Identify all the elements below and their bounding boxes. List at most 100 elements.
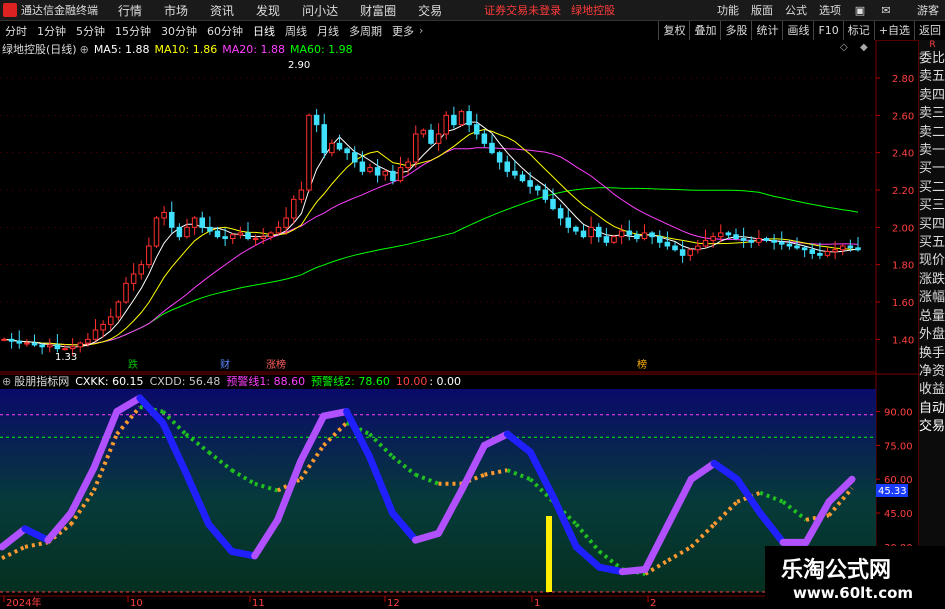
quote-panel-item[interactable]: 卖三 [919,105,945,123]
chart-settings-icon[interactable]: ◇ [840,42,848,53]
period-60min[interactable]: 60分钟 [207,23,243,39]
quote-panel-item[interactable]: 涨幅 [919,289,945,307]
trade-login-warning[interactable]: 证券交易未登录 [484,2,561,18]
quote-panel-item[interactable]: 买二 [919,179,945,197]
menu-ask[interactable]: 问小达 [302,2,338,19]
price-tick-label: 1.40 [892,335,914,346]
event-marker-rise-rank[interactable]: 涨榜 [266,358,286,371]
stock-name-link[interactable]: 绿地控股 [571,2,615,18]
candle-body [443,114,450,135]
watermark-url: www.60lt.com [793,584,914,602]
menu-bar: 通达信金融终端 行情 市场 资讯 发现 问小达 财富圈 交易 证券交易未登录 绿… [0,0,945,21]
event-marker-finance[interactable]: 财 [220,358,230,371]
x-axis: 2024年 10 11 12 1 2 [3,596,656,609]
candle-body [207,226,213,232]
user-label[interactable]: 游客 [917,2,939,18]
menu-news[interactable]: 资讯 [210,2,234,19]
quote-panel-item[interactable]: 买一 [919,160,945,178]
candle-body [740,238,747,241]
quote-panel-item[interactable]: 卖四 [919,87,945,105]
toolbar-add-watchlist[interactable]: +自选 [873,21,914,40]
period-5min[interactable]: 5分钟 [76,23,105,39]
stock-title[interactable]: 绿地控股(日线) [2,41,77,57]
candle-body [283,217,289,228]
toolbar-stats[interactable]: 统计 [751,21,782,40]
current-value-label: 45.33 [878,486,907,497]
quote-panel-item[interactable]: 卖一 [919,142,945,160]
candle-body [39,344,45,348]
candle-body [527,180,533,187]
menu-market[interactable]: 市场 [164,2,188,19]
menu-formula[interactable]: 公式 [785,2,807,18]
period-monthly[interactable]: 月线 [317,23,339,39]
quote-panel-item[interactable]: 外盘 [919,326,945,344]
toolbar-draw[interactable]: 画线 [782,21,813,40]
candle-body [405,161,411,169]
candle-body [260,236,267,240]
indicator-menu-icon[interactable]: ⊕ [2,375,11,388]
candle-body [778,241,785,245]
skin-icon[interactable]: ▣ [853,4,867,17]
menu-trade[interactable]: 交易 [418,2,442,19]
quote-panel-item[interactable]: 换手 [919,345,945,363]
price-tick-label: 2.60 [892,111,914,122]
indicator-value-cxkk: CXKK: 60.15 [75,374,144,388]
menu-options[interactable]: 选项 [819,2,841,18]
candle-body [130,273,137,284]
quote-panel-item[interactable]: 委比 [919,50,945,68]
candle-body [504,161,511,172]
quote-panel-item[interactable]: 卖二 [919,124,945,142]
period-weekly[interactable]: 周线 [285,23,307,39]
chart-expand-icon[interactable]: ◆ [860,42,868,53]
chart-menu-icon[interactable]: ⊕ [80,43,89,56]
quote-panel-item[interactable]: 总量 [919,308,945,326]
quote-panel-item[interactable]: 买五 [919,234,945,252]
cxkk-segment [228,547,259,560]
period-multi[interactable]: 多周期 [349,23,382,39]
x-tick-label: 1 [534,598,540,609]
menu-function[interactable]: 功能 [717,2,739,18]
period-15min[interactable]: 15分钟 [115,23,151,39]
candle-body [397,167,404,182]
quote-panel-item[interactable]: 交易 [919,418,945,436]
quote-panel-item[interactable]: 净资 [919,363,945,381]
candle-body [46,344,53,348]
toolbar-overlay[interactable]: 叠加 [689,21,720,40]
menu-layout[interactable]: 版面 [751,2,773,18]
menu-wealth[interactable]: 财富圈 [360,2,396,19]
quote-panel-item[interactable]: 卖五 [919,68,945,86]
quote-panel-item[interactable]: 收益 [919,381,945,399]
more-chevron-icon[interactable]: › [419,24,423,37]
candle-body [298,189,305,200]
period-1min[interactable]: 1分钟 [37,23,66,39]
event-marker-drop[interactable]: 跌 [128,358,138,371]
candle-body [351,152,358,163]
quote-panel-item[interactable]: 买四 [919,216,945,234]
period-more[interactable]: 更多 [392,23,414,39]
menu-discover[interactable]: 发现 [256,2,280,19]
quote-panel-item[interactable]: 现价 [919,252,945,270]
candle-body [794,245,800,249]
toolbar-multi[interactable]: 多股 [720,21,751,40]
indicator-value-zero: : 0.00 [429,374,462,388]
indicator-name[interactable]: 股朋指标网 [14,373,69,389]
candle-body [176,226,183,238]
toolbar-adjust[interactable]: 复权 [658,21,689,40]
period-daily[interactable]: 日线 [253,23,275,39]
candle-body [451,114,457,126]
candle-body [69,346,76,350]
menu-market-quotes[interactable]: 行情 [118,2,142,19]
quote-panel-item[interactable]: 自动 [919,400,945,418]
period-intraday[interactable]: 分时 [5,23,27,39]
quote-panel-item[interactable]: 涨跌 [919,271,945,289]
quote-panel-item[interactable]: 买三 [919,197,945,215]
candle-body [534,185,541,191]
period-30min[interactable]: 30分钟 [161,23,197,39]
candle-body [855,247,861,251]
message-icon[interactable]: ✉ [879,4,893,17]
toolbar-f10[interactable]: F10 [813,21,842,40]
toolbar-mark[interactable]: 标记 [842,21,874,40]
candle-body [473,124,480,135]
toolbar-back[interactable]: 返回 [914,21,945,40]
event-marker-rank[interactable]: 榜 [637,358,647,371]
